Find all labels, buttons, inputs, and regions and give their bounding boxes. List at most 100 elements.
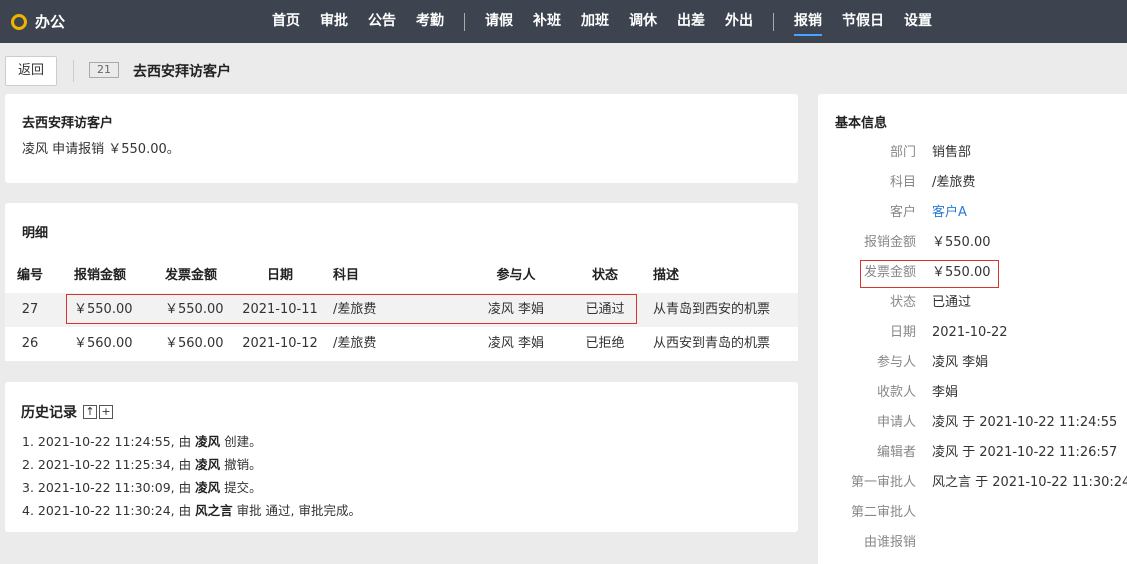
info-value: /差旅费 [932, 175, 976, 190]
app-brand[interactable]: 办公 [11, 11, 65, 32]
history-list: 1. 2021-10-22 11:24:55, 由 凌风 创建。 2. 2021… [22, 430, 361, 522]
info-label: 客户 [889, 205, 916, 220]
nav-item-outing[interactable]: 外出 [725, 0, 753, 43]
back-button[interactable]: 返回 [5, 56, 57, 86]
info-label: 日期 [889, 325, 916, 340]
nav-item-home[interactable]: 首页 [272, 0, 300, 43]
nav-item-holidays[interactable]: 节假日 [842, 0, 884, 43]
info-row-status: 状态 已通过 [818, 288, 1127, 318]
cell-participants: 凌风 李娟 [487, 302, 545, 317]
history-item: 4. 2021-10-22 11:30:24, 由 风之言 审批 通过, 审批完… [22, 499, 361, 522]
cell-id: 26 [21, 336, 39, 351]
cell-date: 2021-10-11 [242, 302, 318, 317]
cell-subject: /差旅费 [333, 336, 377, 351]
nav-item-makeup-shift[interactable]: 补班 [533, 0, 561, 43]
info-row-customer: 客户 客户A [818, 198, 1127, 228]
cell-status: 已拒绝 [585, 336, 625, 351]
nav-item-announcement[interactable]: 公告 [368, 0, 396, 43]
info-label: 第二审批人 [850, 505, 916, 520]
customer-link[interactable]: 客户A [932, 198, 967, 228]
info-value: 李娟 [932, 385, 959, 400]
cell-id: 27 [21, 302, 39, 317]
column-header: 状态 [591, 268, 618, 283]
history-header: 历史记录 ↑ + [21, 402, 113, 422]
column-header: 描述 [653, 268, 680, 283]
history-prefix: 4. 2021-10-22 11:30:24, 由 [22, 503, 196, 518]
info-row-department: 部门 销售部 [818, 138, 1127, 168]
info-row-invoice-amount: 发票金额 ￥550.00 [818, 258, 1127, 288]
info-label: 由谁报销 [863, 535, 916, 550]
cell-description: 从青岛到西安的机票 [653, 302, 771, 317]
info-value: ￥550.00 [932, 265, 991, 280]
nav-item-reimbursement[interactable]: 报销 [794, 0, 822, 43]
info-row-subject: 科目/差旅费 [818, 168, 1127, 198]
nav-divider [464, 12, 465, 31]
top-navbar: 办公 首页 审批 公告 考勤 请假 补班 加班 调休 出差 外出 报销 节假日 … [0, 0, 1127, 43]
nav-item-overtime[interactable]: 加班 [581, 0, 609, 43]
info-row-amount: 报销金额 ￥550.00 [818, 228, 1127, 258]
info-value: ￥550.00 [932, 235, 991, 250]
cell-status: 已通过 [585, 302, 625, 317]
history-user: 凌风 [195, 434, 221, 449]
info-value: 凌风 于 2021-10-22 11:24:55 [932, 415, 1118, 430]
history-item: 2. 2021-10-22 11:25:34, 由 凌风 撤销。 [22, 453, 361, 476]
detail-title: 明细 [22, 226, 49, 241]
summary-text: 凌风 申请报销 ￥550.00。 [22, 142, 180, 157]
info-label: 发票金额 [863, 265, 916, 280]
nav-item-approval[interactable]: 审批 [320, 0, 348, 43]
info-row-editor: 编辑者 凌风 于 2021-10-22 11:26:57 [818, 438, 1127, 468]
cell-amount: ￥550.00 [74, 302, 133, 317]
table-row[interactable]: 26 ￥560.00 ￥560.00 2021-10-12 /差旅费 凌风 李娟… [5, 327, 798, 361]
info-value: 销售部 [932, 145, 972, 160]
info-row-second-approver: 第二审批人 [818, 498, 1127, 528]
info-row-participants: 参与人 凌风 李娟 [818, 348, 1127, 378]
nav-divider [773, 12, 774, 31]
main-nav: 首页 审批 公告 考勤 请假 补班 加班 调休 出差 外出 报销 节假日 设置 [272, 0, 952, 43]
history-prefix: 2. 2021-10-22 11:25:34, 由 [22, 457, 196, 472]
history-suffix: 撤销。 [220, 457, 262, 472]
nav-item-leave[interactable]: 请假 [485, 0, 513, 43]
nav-item-compensatory[interactable]: 调休 [629, 0, 657, 43]
detail-card: 明细 编号 报销金额 发票金额 日期 科目 参与人 状态 描述 27 ￥550.… [5, 203, 798, 361]
info-row-reimbursed-by: 由谁报销 [818, 528, 1127, 558]
info-value: 2021-10-22 [932, 325, 1008, 340]
info-row-date: 日期 2021-10-22 [818, 318, 1127, 348]
info-row-first-approver: 第一审批人 风之言 于 2021-10-22 11:30:24 [818, 468, 1127, 498]
info-label: 部门 [889, 145, 916, 160]
info-row-applicant: 申请人 凌风 于 2021-10-22 11:24:55 [818, 408, 1127, 438]
history-item: 1. 2021-10-22 11:24:55, 由 凌风 创建。 [22, 430, 361, 453]
info-value: 风之言 于 2021-10-22 11:30:24 [932, 475, 1127, 490]
cell-participants: 凌风 李娟 [487, 336, 545, 351]
app-title: 办公 [35, 13, 66, 31]
info-label: 状态 [889, 295, 916, 310]
info-value: 已通过 [932, 295, 972, 310]
history-suffix: 审批 通过, 审批完成。 [232, 503, 361, 518]
cell-invoice-amount: ￥550.00 [165, 302, 224, 317]
column-header: 报销金额 [74, 268, 127, 283]
info-title: 基本信息 [835, 116, 888, 131]
nav-item-settings[interactable]: 设置 [904, 0, 932, 43]
history-suffix: 创建。 [220, 434, 262, 449]
toolbar-divider [73, 60, 74, 82]
expand-plus-icon[interactable]: + [99, 405, 113, 419]
column-header: 发票金额 [165, 268, 218, 283]
page-title: 去西安拜访客户 [133, 64, 231, 80]
cell-invoice-amount: ￥560.00 [165, 336, 224, 351]
sort-up-icon[interactable]: ↑ [83, 405, 97, 419]
basic-info-card: 基本信息 部门 销售部 科目/差旅费 客户 客户A 报销金额 ￥550.00 发票金额… [818, 94, 1127, 564]
info-label: 申请人 [876, 415, 916, 430]
history-suffix: 提交。 [220, 480, 262, 495]
table-row[interactable]: 27 ￥550.00 ￥550.00 2021-10-11 /差旅费 凌风 李娟… [5, 293, 798, 327]
logo-ring-icon [11, 13, 27, 30]
info-label: 第一审批人 [850, 475, 916, 490]
info-value: 凌风 于 2021-10-22 11:26:57 [932, 445, 1118, 460]
nav-item-business-trip[interactable]: 出差 [677, 0, 705, 43]
history-item: 3. 2021-10-22 11:30:09, 由 凌风 提交。 [22, 476, 361, 499]
info-row-payee: 收款人 李娟 [818, 378, 1127, 408]
history-title: 历史记录 [21, 405, 77, 421]
info-list: 部门 销售部 科目/差旅费 客户 客户A 报销金额 ￥550.00 发票金额 ￥550.… [818, 138, 1127, 558]
info-label: 科目 [889, 175, 916, 190]
nav-item-attendance[interactable]: 考勤 [416, 0, 444, 43]
column-header: 科目 [333, 268, 360, 283]
info-label: 报销金额 [863, 235, 916, 250]
